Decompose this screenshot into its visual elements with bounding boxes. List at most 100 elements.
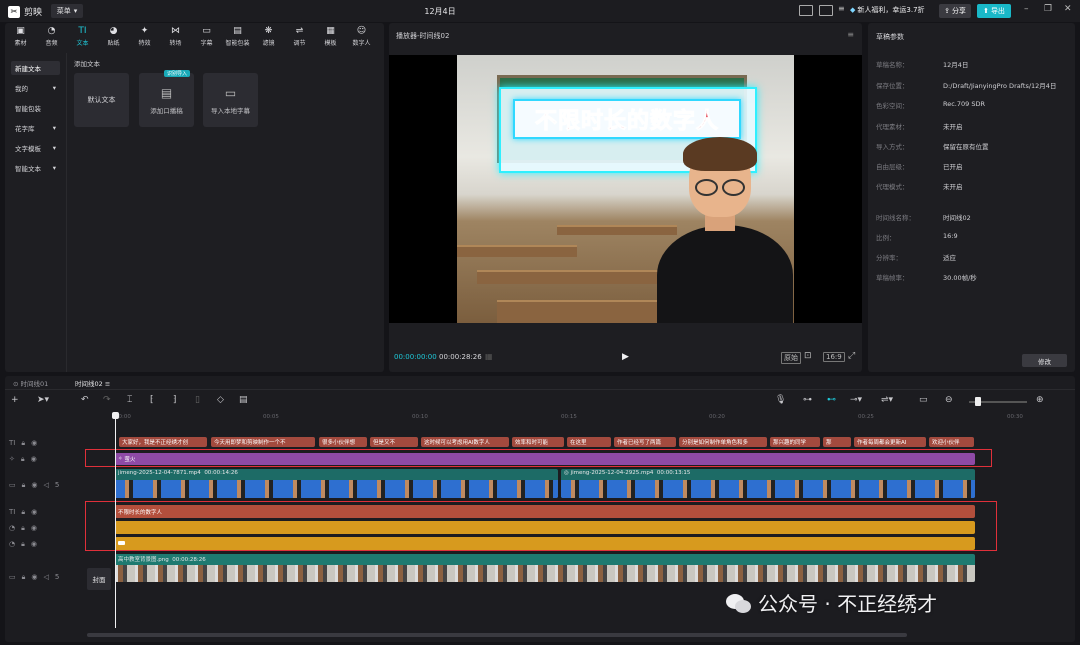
subnav-smart-pack[interactable]: 智能包装	[11, 101, 60, 115]
caption-clip[interactable]: 但是又不	[370, 437, 418, 447]
ratio-button[interactable]: 16:9	[823, 352, 845, 362]
caption-clip[interactable]: 分别是如何制作单角色和多	[679, 437, 767, 447]
tool-audio[interactable]: ◔ 音频	[36, 23, 67, 50]
redo-icon[interactable]: ↷	[103, 395, 111, 405]
add-track-icon[interactable]: +	[11, 395, 19, 405]
subnav-new-text[interactable]: 新建文本	[11, 61, 60, 75]
tool-caption[interactable]: ▭ 字幕	[191, 23, 222, 50]
caption-clip[interactable]: 作者已经写了两篇	[614, 437, 676, 447]
subnav-fancy-text[interactable]: 花字库 ▾	[11, 121, 60, 135]
split-left-icon[interactable]: ⁅	[150, 395, 154, 405]
caption-icon[interactable]: ▭	[919, 395, 928, 405]
background-clip[interactable]: 高中教室背景图.png 00:00:28:26	[115, 554, 975, 582]
linkage-icon[interactable]: ⊸▾	[850, 395, 862, 405]
minimize-icon[interactable]: –	[1024, 4, 1029, 14]
tool-sticker[interactable]: ◕ 贴纸	[98, 23, 129, 50]
eye-icon[interactable]: ◉	[31, 481, 37, 489]
caption-clip[interactable]: 效率和时可能	[512, 437, 564, 447]
preview-axis-icon[interactable]: ⇌▾	[881, 395, 893, 405]
lock-icon[interactable]: 🔒︎	[21, 508, 25, 517]
tab-timeline-01[interactable]: ⊙ 时间线01	[13, 378, 48, 388]
eye-icon[interactable]: ◉	[31, 508, 37, 516]
maximize-icon[interactable]: ❐	[1044, 4, 1052, 14]
microphone-icon[interactable]: 🎙	[775, 395, 786, 405]
original-button[interactable]: 原始	[781, 352, 801, 364]
zoom-in-icon[interactable]: ⊕	[1036, 395, 1044, 405]
time-ruler[interactable]: 00:00 00:05 00:10 00:15 00:20 00:25 00:3…	[115, 414, 1075, 422]
more-icon[interactable]: ≡	[838, 4, 845, 13]
eye-icon[interactable]: ◉	[31, 455, 37, 463]
link-icon[interactable]: ⊶	[803, 395, 812, 405]
menu-button[interactable]: 菜单 ▾	[51, 4, 83, 18]
eye-icon[interactable]: ◉	[31, 573, 37, 581]
caption-clip[interactable]: 在这里	[567, 437, 611, 447]
play-icon[interactable]: ▶	[622, 352, 629, 362]
preview-viewport[interactable]: 不限时长的数字人	[389, 55, 862, 323]
playhead-handle[interactable]	[112, 412, 119, 419]
undo-icon[interactable]: ↶	[81, 395, 89, 405]
menu-icon[interactable]: ≡	[847, 30, 854, 39]
tool-media[interactable]: ▣ 素材	[5, 23, 36, 50]
modify-button[interactable]: 修改	[1022, 354, 1067, 367]
caption-clip[interactable]: 那兴趣的同学	[770, 437, 820, 447]
tool-effects[interactable]: ✦ 特效	[129, 23, 160, 50]
shortcut-icon[interactable]	[799, 5, 813, 16]
fit-icon[interactable]: ⊡	[804, 351, 812, 361]
tool-template[interactable]: ▦ 模板	[315, 23, 346, 50]
audio-icon[interactable]: ◁	[43, 481, 48, 489]
magnet-icon[interactable]: ⊷	[827, 395, 836, 405]
tool-text[interactable]: TI 文本	[67, 23, 98, 50]
tool-adjust[interactable]: ⇌ 调节	[284, 23, 315, 50]
export-button[interactable]: ⬆ 导出	[977, 4, 1011, 18]
video-clip[interactable]: jimeng-2025-12-04-7871.mp4 00:00:14:26	[115, 469, 558, 498]
default-text-card[interactable]: 默认文本	[74, 73, 129, 127]
oral-caption-card[interactable]: 识别导入 ▤ 添加口播稿	[139, 70, 194, 127]
layout-icon[interactable]	[819, 5, 833, 16]
lock-icon[interactable]: 🔒︎	[22, 481, 26, 490]
lock-icon[interactable]: 🔒︎	[21, 439, 25, 448]
tab-timeline-02[interactable]: 时间线02 ≡	[75, 378, 110, 388]
eye-icon[interactable]: ◉	[31, 540, 37, 548]
caption-clip[interactable]: 那	[823, 437, 851, 447]
share-button[interactable]: ⇪ 分享	[939, 4, 971, 18]
eye-icon[interactable]: ◉	[31, 524, 37, 532]
close-icon[interactable]: ✕	[1064, 4, 1072, 14]
caption-clip[interactable]: 很多小伙伴想	[319, 437, 367, 447]
title-bar: ✂ 剪映 菜单 ▾ 12月4日 ≡ ◆ 新人福利，幸运3.7折 ⇪ 分享 ⬆ 导出 –…	[0, 0, 1080, 22]
subnav-smart-text[interactable]: 智能文本 ▾	[11, 161, 60, 175]
caption-recognize-icon[interactable]: ▤	[239, 395, 248, 405]
eye-icon[interactable]: ◉	[31, 439, 37, 447]
delete-icon[interactable]: ▯	[195, 395, 200, 405]
split-icon[interactable]: ⌶	[127, 395, 132, 405]
zoom-out-icon[interactable]: ⊖	[945, 395, 953, 405]
audio-icon[interactable]: ◁	[43, 573, 48, 581]
cover-button[interactable]: 封面	[87, 568, 111, 590]
subnav-mine[interactable]: 我的 ▾	[11, 81, 60, 95]
fullscreen-icon[interactable]: ⤢	[848, 351, 855, 361]
select-icon[interactable]: ➤▾	[37, 395, 49, 405]
import-caption-card[interactable]: ▭ 导入本地字幕	[203, 73, 258, 127]
split-right-icon[interactable]: ⁆	[173, 395, 177, 405]
caption-clip[interactable]: 作者每周都会更新AI	[854, 437, 926, 447]
caption-clip[interactable]: 这时候可以考虑用AI数字人	[421, 437, 509, 447]
caption-clip[interactable]: 欢迎小伙伴	[929, 437, 974, 447]
tool-smart-pack[interactable]: ▤ 智能包装	[222, 23, 253, 50]
video-clip[interactable]: ◎ jimeng-2025-12-04-2925.mp4 00:00:13:15	[561, 469, 975, 498]
tool-transition[interactable]: ⋈ 转场	[160, 23, 191, 50]
tool-digital-human[interactable]: ☺ 数字人	[346, 23, 377, 50]
caption-clip[interactable]: 今天用即梦和剪映制作一个不	[211, 437, 315, 447]
horizontal-scrollbar[interactable]	[87, 633, 907, 637]
tool-filter[interactable]: ❋ 滤镜	[253, 23, 284, 50]
caption-clip[interactable]: 大家好，我是不正经绣才创	[119, 437, 207, 447]
lock-icon[interactable]: 🔒︎	[21, 540, 25, 549]
subnav-text-template[interactable]: 文字模板 ▾	[11, 141, 60, 155]
grid-icon[interactable]: ▦	[485, 352, 493, 361]
player-panel: 播放器-时间线02 ≡ 不限时长的数字人 00:00:00:00 00:00:2…	[389, 23, 862, 372]
lock-icon[interactable]: 🔒︎	[22, 573, 26, 582]
playhead[interactable]	[115, 412, 116, 628]
lock-icon[interactable]: 🔒︎	[21, 455, 25, 464]
promo-banner[interactable]: ◆ 新人福利，幸运3.7折	[850, 5, 925, 15]
zoom-slider-handle[interactable]	[975, 397, 981, 406]
mark-icon[interactable]: ◇	[217, 395, 224, 405]
lock-icon[interactable]: 🔒︎	[21, 524, 25, 533]
